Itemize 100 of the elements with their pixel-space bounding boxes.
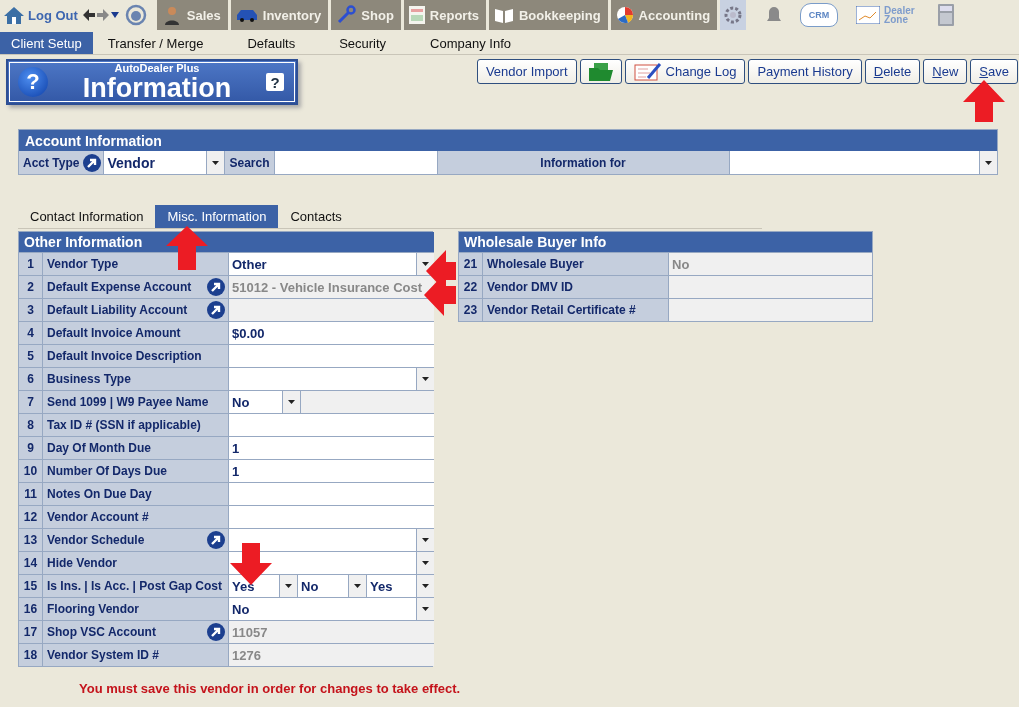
field-label: Search [224, 151, 274, 174]
text-field[interactable]: 1 [228, 460, 434, 482]
field-label: Default Liability Account [47, 303, 188, 317]
section-tab[interactable]: Security [328, 32, 398, 54]
section-header: Wholesale Buyer Info [459, 232, 872, 252]
dropdown-caret-icon[interactable] [422, 561, 429, 565]
tab[interactable]: Contact Information [18, 205, 156, 228]
toolbar-button[interactable]: Delete [864, 59, 921, 84]
field-label: Flooring Vendor [47, 602, 139, 616]
row-number: 14 [19, 551, 42, 574]
bell-icon[interactable] [766, 6, 783, 24]
field-label: Hide Vendor [47, 556, 117, 570]
readonly-field: 51012 - Vehicle Insurance Cost [228, 276, 434, 298]
row-number: 23 [459, 298, 482, 321]
row-number: 3 [19, 298, 42, 321]
field-label: Day Of Month Due [47, 441, 151, 455]
crm-button[interactable]: CRM [800, 3, 839, 27]
readonly-field: 11057 [228, 621, 434, 643]
section-tab[interactable]: Defaults [236, 32, 307, 54]
select-field[interactable]: No [228, 391, 282, 413]
chart-board-icon[interactable] [856, 6, 881, 24]
select-field[interactable]: Yes [228, 575, 279, 597]
field-label: Vendor Account # [47, 510, 149, 524]
row-number: 16 [19, 597, 42, 620]
select-field[interactable]: Other [228, 253, 416, 275]
logout-link[interactable]: Log Out [4, 0, 78, 30]
row-number: 1 [19, 252, 42, 275]
field-label: Vendor Schedule [47, 533, 145, 547]
section-header: Account Information [19, 130, 997, 151]
excel-export-button[interactable] [579, 59, 622, 84]
select-field[interactable]: Yes [366, 575, 416, 597]
field-label: Send 1099 | W9 Payee Name [47, 395, 209, 409]
search-field[interactable] [273, 151, 437, 174]
select-field[interactable] [228, 368, 416, 390]
home-icon [4, 6, 24, 24]
select-field[interactable]: No [297, 575, 348, 597]
toolbar-button[interactable]: Save [970, 59, 1018, 84]
dropdown-caret-icon[interactable] [285, 584, 292, 588]
dropdown-caret-icon[interactable] [985, 160, 992, 165]
text-field[interactable] [228, 345, 434, 367]
dropdown-caret-icon[interactable] [422, 538, 429, 542]
toolbar-button[interactable]: New [923, 59, 968, 84]
notebook-pen-icon [633, 61, 662, 82]
folder-icon [588, 62, 613, 81]
section-tab[interactable]: Transfer / Merge [96, 32, 215, 54]
settings-icon[interactable] [724, 6, 743, 24]
select-field[interactable]: Vendor [103, 151, 207, 174]
section-tab[interactable]: Client Setup [0, 32, 93, 54]
field-label: Wholesale Buyer [487, 257, 584, 271]
field-label: Default Invoice Description [47, 349, 202, 363]
annotation-arrow [166, 226, 208, 270]
dropdown-caret-icon[interactable] [422, 262, 429, 266]
toolbar-button[interactable]: Payment History [748, 59, 862, 84]
toolbar-button[interactable]: Vendor Import [476, 59, 577, 84]
field-label: Number Of Days Due [47, 464, 168, 478]
row-number: 5 [19, 344, 42, 367]
dropdown-caret-icon[interactable] [422, 607, 429, 611]
car-icon [235, 8, 258, 22]
field-label: Tax ID # (SSN if applicable) [47, 418, 201, 432]
field-label: Default Expense Account [47, 280, 192, 294]
help-box-icon[interactable]: ? [266, 73, 284, 91]
wrench-icon [336, 5, 357, 25]
dropdown-caret-icon[interactable] [288, 400, 295, 404]
text-field[interactable] [228, 483, 434, 505]
dropdown-caret-icon[interactable] [422, 377, 429, 381]
help-circle-icon[interactable]: ? [18, 67, 48, 97]
row-number: 17 [19, 620, 42, 643]
row-number: 15 [19, 574, 42, 597]
text-field[interactable]: 1 [228, 437, 434, 459]
text-field[interactable] [228, 506, 434, 528]
row-number: 7 [19, 390, 42, 413]
select-field[interactable] [228, 529, 416, 551]
row-number: 9 [19, 436, 42, 459]
field-label: Vendor System ID # [47, 648, 160, 662]
select-field[interactable] [728, 151, 979, 174]
readonly-field: No [668, 253, 872, 275]
change-log-button[interactable]: Change Log [624, 59, 746, 84]
dropdown-caret-icon[interactable] [422, 584, 429, 588]
report-icon [408, 6, 425, 24]
tab[interactable]: Misc. Information [155, 205, 279, 228]
dropdown-caret-icon[interactable] [212, 160, 220, 165]
row-number: 2 [19, 275, 42, 298]
dropdown-caret-icon[interactable] [354, 584, 361, 588]
row-number: 8 [19, 413, 42, 436]
section-tab[interactable]: Company Info [419, 32, 523, 54]
row-number: 22 [459, 275, 482, 298]
row-number: 10 [19, 459, 42, 482]
warning-message: You must save this vendor in order for changes to take effect. [79, 681, 462, 696]
field-label: Vendor Retail Certificate # [487, 303, 636, 317]
row-number: 12 [19, 505, 42, 528]
text-field[interactable]: $0.00 [228, 322, 434, 344]
field-label: Business Type [47, 372, 131, 386]
field-label: Vendor Type [47, 257, 119, 271]
banner-subtitle: AutoDealer Plus [114, 62, 200, 74]
field-label: Shop VSC Account [47, 625, 156, 639]
tab[interactable]: Contacts [278, 205, 354, 228]
book-icon [493, 7, 514, 23]
select-field[interactable]: No [228, 598, 416, 620]
pie-chart-icon [615, 6, 634, 24]
text-field[interactable] [228, 414, 434, 436]
